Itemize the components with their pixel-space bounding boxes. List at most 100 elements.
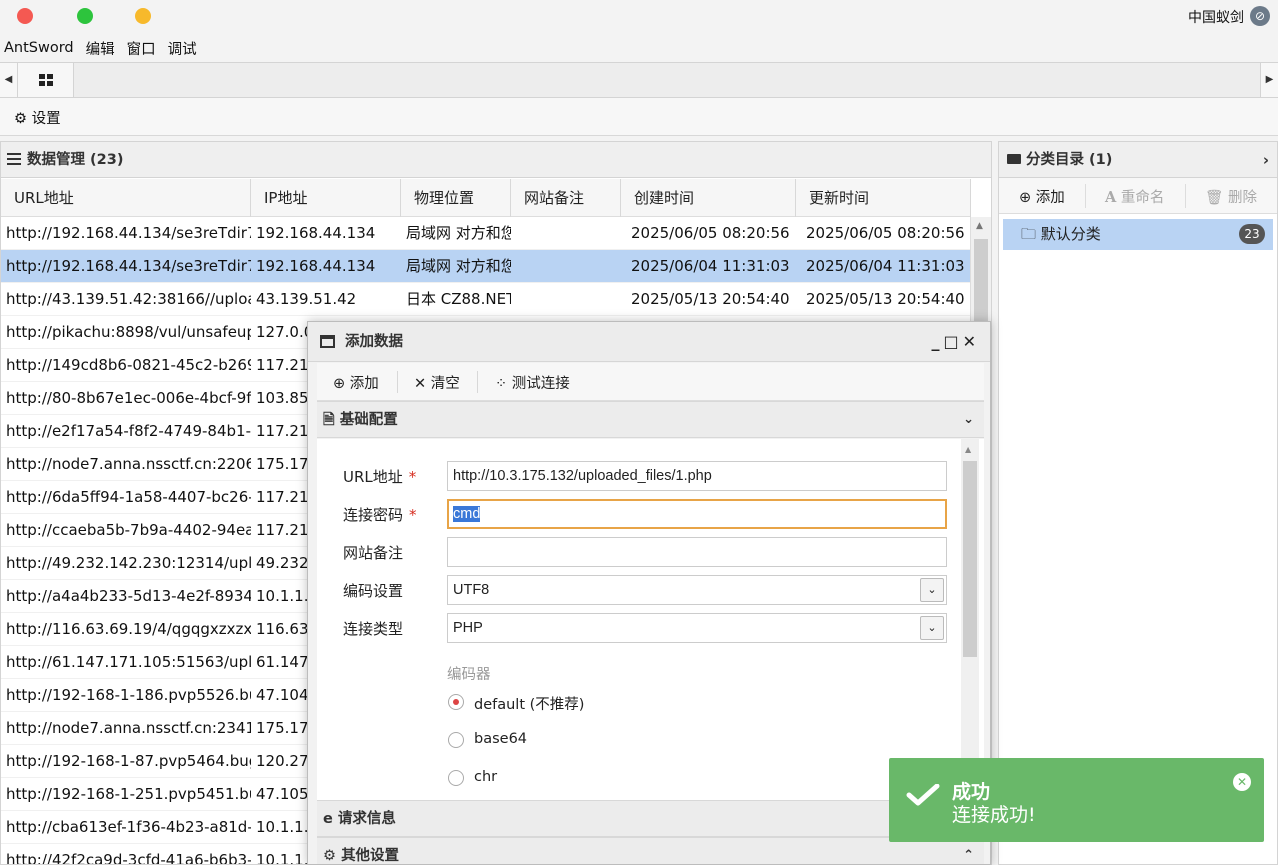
menu-edit[interactable]: 编辑: [82, 38, 123, 59]
cell-loc: 局域网 对方和您在同一内部网: [406, 257, 511, 275]
folder-icon: [1007, 154, 1021, 164]
table-row[interactable]: http://43.139.51.42:38166//upload 43.139.…: [1, 283, 971, 316]
category-add-button[interactable]: ⊕ 添加: [1019, 186, 1065, 207]
password-input[interactable]: cmd: [447, 499, 947, 529]
data-panel-title: 数据管理 (23): [27, 152, 124, 168]
scrollbar-thumb[interactable]: [974, 239, 988, 329]
cell-ip: 192.168.44.134: [256, 257, 376, 275]
encoder-chr-radio[interactable]: [448, 770, 464, 786]
settings-label: 设置: [31, 111, 61, 127]
encoding-label: 编码设置: [343, 582, 404, 600]
category-header: 分类目录 (1) ›: [999, 142, 1277, 178]
dialog-add-label: 添加: [349, 376, 379, 392]
request-info-section-header[interactable]: e 请求信息: [317, 800, 984, 837]
encoder-base64-radio[interactable]: [448, 732, 464, 748]
category-delete-button[interactable]: 🗑 删除: [1205, 186, 1257, 207]
edge-icon: e: [323, 811, 333, 827]
test-connection-label: 测试连接: [511, 376, 570, 392]
tab-scroll-left-icon[interactable]: ◀: [0, 63, 18, 97]
scroll-up-icon[interactable]: ▲: [976, 221, 983, 231]
minimize-window-button[interactable]: [135, 8, 151, 24]
menu-bar: AntSword 编辑 窗口 调试: [0, 34, 1278, 62]
dialog-titlebar[interactable]: 添加数据 _□✕: [308, 322, 990, 362]
gears-icon: ⚙: [323, 848, 336, 864]
grid-icon: [39, 74, 53, 86]
column-url[interactable]: URL地址: [1, 179, 251, 217]
category-rename-button[interactable]: A 重命名: [1105, 186, 1164, 207]
app-title: 中国蚁剑: [1188, 10, 1244, 26]
cell-url: http://116.63.69.19/4/qgqgxzxzx/: [6, 620, 251, 638]
gear-icon: ⚙: [14, 111, 27, 127]
cell-ip: 43.139.51.42: [256, 290, 357, 308]
cell-url: http://42f2ca9d-3cfd-41a6-b6b3-6: [6, 851, 251, 865]
form-scrollbar[interactable]: ▲: [961, 439, 979, 800]
category-item-default[interactable]: 🗀 默认分类 23: [1003, 219, 1273, 250]
cell-url: http://node7.anna.nssctf.cn:23417: [6, 719, 251, 737]
close-window-button[interactable]: [17, 8, 33, 24]
url-input[interactable]: http://10.3.175.132/uploaded_files/1.php: [447, 461, 947, 491]
connection-type-select[interactable]: PHP ⌄: [447, 613, 947, 643]
cell-url: http://49.232.142.230:12314/upload: [6, 554, 251, 572]
cell-ip: 192.168.44.134: [256, 224, 376, 242]
cell-url: http://80-8b67e1ec-006e-4bcf-9fe: [6, 389, 251, 407]
window-icon: [320, 335, 335, 348]
cell-url: http://192.168.44.134/se3reTdir777/: [6, 224, 251, 242]
table-row[interactable]: http://192.168.44.134/se3reTdir777/192.1…: [1, 250, 971, 283]
cell-url: http://cba613ef-1f36-4b23-a81d-c: [6, 818, 251, 836]
dialog-add-button[interactable]: ⊕ 添加: [333, 372, 379, 393]
encoding-select[interactable]: UTF8 ⌄: [447, 575, 947, 605]
maximize-window-button[interactable]: [77, 8, 93, 24]
cell-updated: 2025/05/13 20:54:40: [806, 290, 965, 308]
column-location[interactable]: 物理位置: [401, 179, 511, 217]
basic-config-title: 基础配置: [339, 412, 398, 428]
menu-antsword[interactable]: AntSword: [0, 40, 82, 56]
encoder-default-radio[interactable]: [448, 694, 464, 710]
plus-circle-icon: ⊕: [333, 376, 346, 392]
column-updated[interactable]: 更新时间: [796, 179, 971, 217]
minimize-icon[interactable]: _: [931, 332, 943, 351]
cell-url: http://192-168-1-251.pvp5451.bugku: [6, 785, 251, 803]
encoder-base64-label[interactable]: base64: [474, 731, 527, 747]
cell-url: http://node7.anna.nssctf.cn:22065: [6, 455, 251, 473]
dialog-title: 添加数据: [345, 334, 403, 350]
category-add-label: 添加: [1035, 190, 1065, 206]
column-note[interactable]: 网站备注: [511, 179, 621, 217]
chevron-down-icon[interactable]: ⌄: [920, 616, 944, 640]
maximize-icon[interactable]: □: [943, 332, 962, 351]
column-ip[interactable]: IP地址: [251, 179, 401, 217]
chevron-down-icon[interactable]: ⌄: [920, 578, 944, 602]
cell-url: http://ccaeba5b-7b9a-4402-94ea-: [6, 521, 251, 539]
cell-url: http://149cd8b6-0821-45c2-b269-: [6, 356, 251, 374]
category-toolbar: ⊕ 添加 A 重命名 🗑 删除: [999, 178, 1277, 214]
settings-button[interactable]: ⚙ 设置: [14, 107, 61, 128]
scroll-up-icon[interactable]: ▲: [965, 445, 971, 454]
encoder-label: 编码器: [447, 667, 491, 683]
cell-loc: 局域网 对方和您在同一内部网: [406, 224, 511, 242]
collapse-right-icon[interactable]: ›: [1263, 142, 1269, 178]
category-title: 分类目录 (1): [1026, 152, 1113, 168]
folder-outline-icon: 🗀: [1021, 225, 1037, 243]
close-icon[interactable]: ✕: [963, 332, 980, 351]
menu-debug[interactable]: 调试: [164, 38, 205, 59]
other-settings-section-header[interactable]: ⚙ 其他设置 ⌃: [317, 837, 984, 864]
note-input[interactable]: [447, 537, 947, 567]
form-scrollbar-thumb[interactable]: [963, 461, 977, 657]
cell-url: http://61.147.171.105:51563/upload: [6, 653, 251, 671]
url-label: URL地址 *: [343, 468, 417, 486]
plus-circle-icon: ⊕: [1019, 190, 1032, 206]
tab-scroll-right-icon[interactable]: ▶: [1260, 63, 1278, 97]
basic-config-section-header[interactable]: 🗎 基础配置 ⌄: [317, 401, 984, 438]
cell-created: 2025/06/05 08:20:56: [631, 224, 790, 242]
encoder-default-label[interactable]: default (不推荐): [474, 693, 584, 714]
cell-url: http://192-168-1-87.pvp5464.bugku: [6, 752, 251, 770]
font-icon: A: [1105, 189, 1117, 206]
chevron-down-icon: ⌄: [963, 412, 974, 427]
menu-window[interactable]: 窗口: [123, 38, 164, 59]
table-row[interactable]: http://192.168.44.134/se3reTdir777/192.1…: [1, 217, 971, 250]
test-connection-button[interactable]: ⁘ 测试连接: [495, 372, 570, 393]
encoder-chr-label[interactable]: chr: [474, 769, 497, 785]
tab-home[interactable]: [18, 63, 74, 97]
dialog-clear-button[interactable]: ✕ 清空: [414, 372, 460, 393]
toast-close-icon[interactable]: ✕: [1233, 773, 1251, 791]
column-created[interactable]: 创建时间: [621, 179, 796, 217]
